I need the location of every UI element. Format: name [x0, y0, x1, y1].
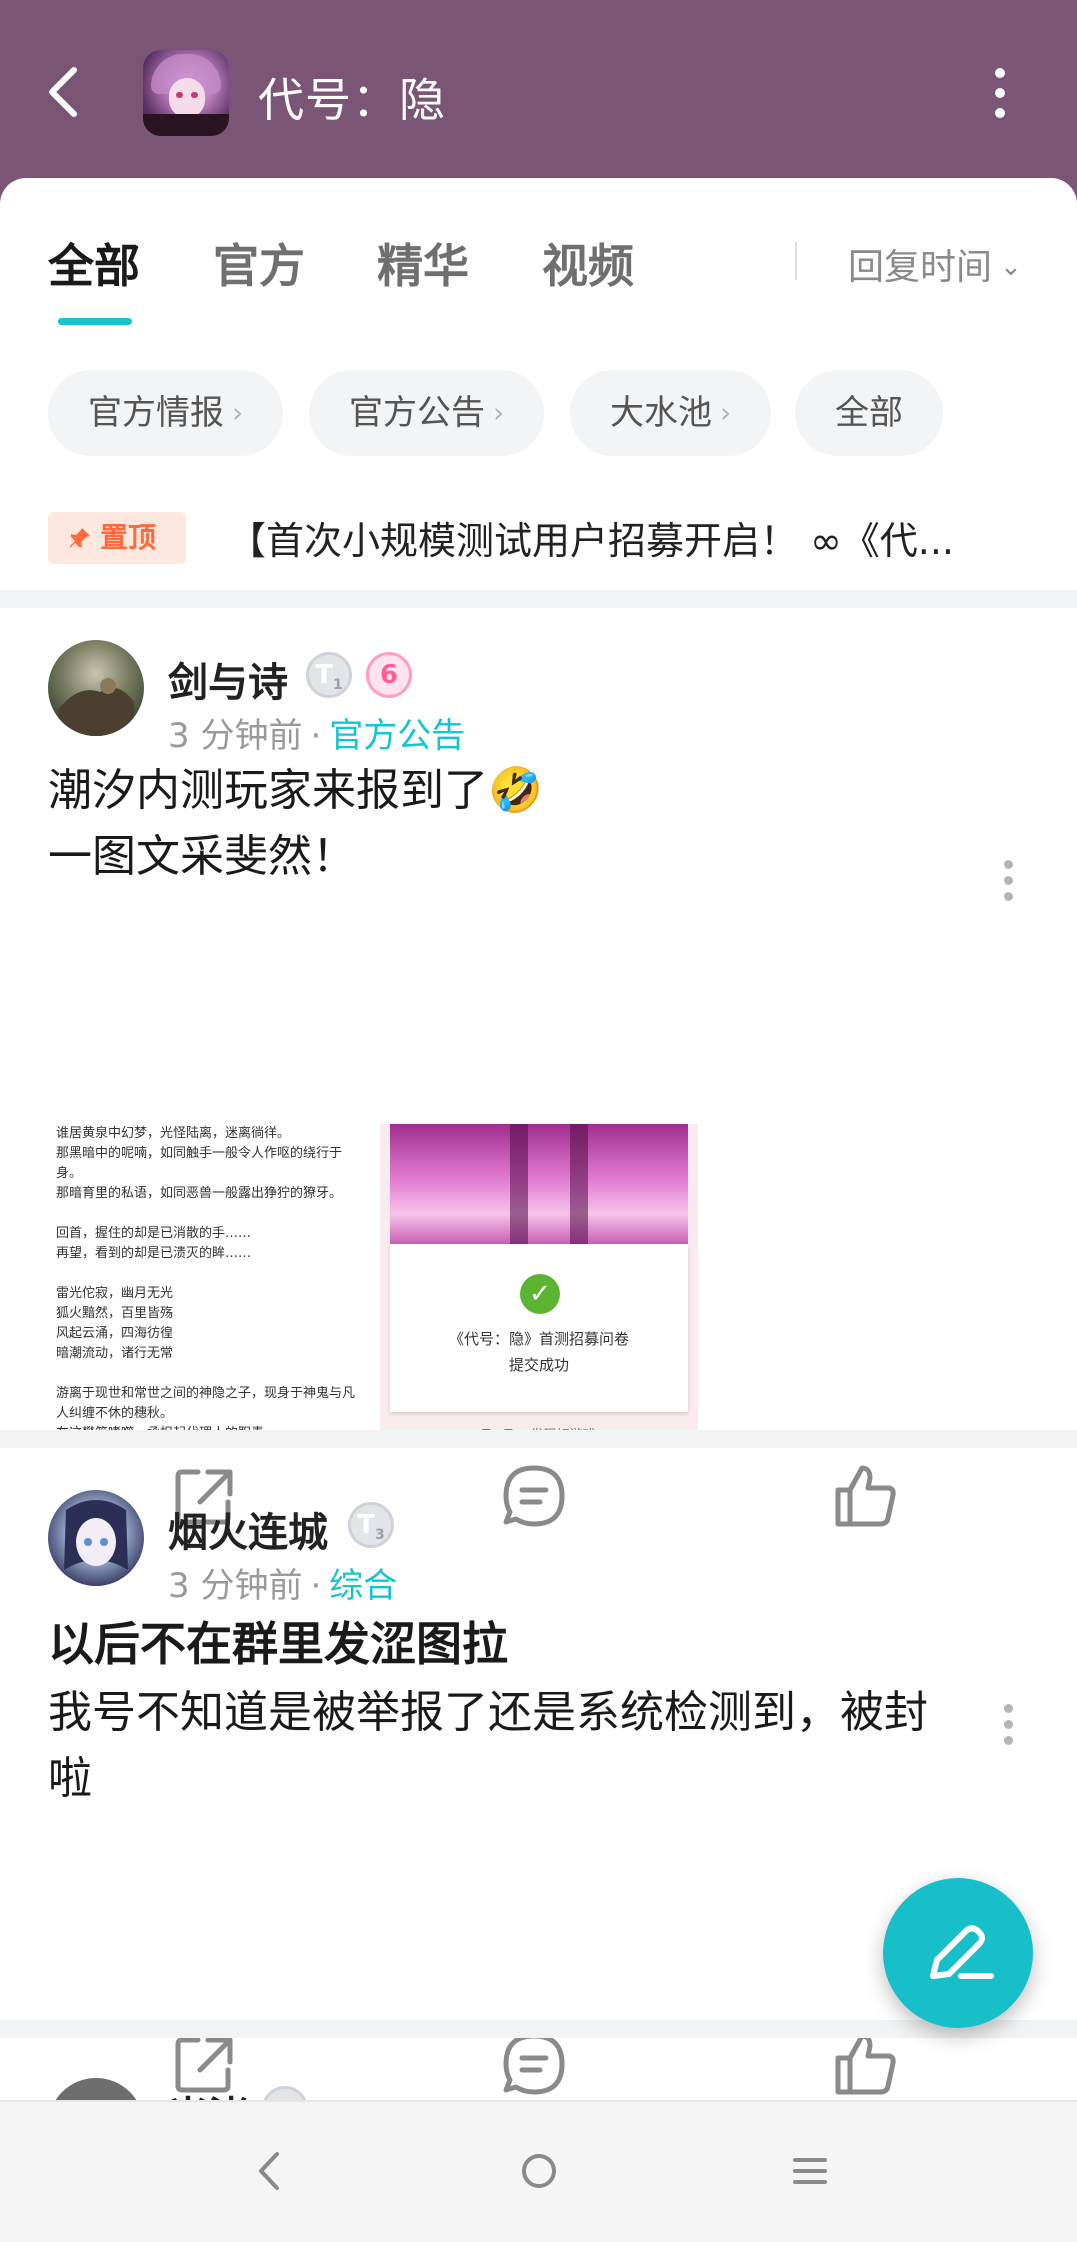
username[interactable]: 米渚	[168, 2084, 248, 2100]
back-arrow-icon[interactable]	[40, 62, 90, 122]
top-app-bar: 代号：隐	[0, 0, 1077, 190]
thumbnail-text-line: 人纠缠不休的穗秋。	[56, 1406, 174, 1421]
chevron-right-icon: ›	[493, 396, 505, 429]
meta-dot: ·	[310, 716, 322, 756]
post-image-text[interactable]: 谁居黄泉中幻梦，光怪陆离，迷离徜徉。那黑暗中的呢喃，如同触手一般令人作呕的绕行于…	[48, 1124, 366, 1442]
level-badge: T1	[306, 652, 352, 698]
avatar[interactable]	[48, 1490, 144, 1586]
post-title: 以后不在群里发涩图拉	[48, 1617, 508, 1671]
compose-pen-icon	[930, 1925, 994, 1979]
tab-bar: 全部 官方 精华 视频 回复时间 ⌄	[0, 178, 1077, 328]
thumbnail-text-line: 那暗育里的私语，如同恶兽一般露出狰狞的獠牙。	[56, 1186, 343, 1201]
post-meta: 3 分钟前 · 综合	[168, 1558, 397, 1607]
nav-home-icon[interactable]	[514, 2146, 564, 2196]
comment-icon[interactable]	[498, 1460, 570, 1532]
post-body: 我号不知道是被举报了还是系统检测到，被封 啦	[48, 1680, 1028, 1812]
tab-all[interactable]: 全部	[48, 230, 140, 296]
post-body: 潮汐内测玩家来报到了🤣 一图文采斐然！	[48, 758, 1028, 890]
post-actions	[0, 2028, 1077, 2100]
chevron-right-icon: ›	[232, 396, 244, 429]
chip-label: 全部	[835, 393, 903, 433]
thumbnail-text-line	[56, 1364, 358, 1384]
page-title: 代号：隐	[258, 73, 446, 127]
section-divider	[0, 590, 1077, 608]
nav-back-icon[interactable]	[245, 2146, 295, 2196]
badge-letter: T	[315, 660, 333, 690]
section-divider	[0, 1430, 1077, 1448]
chip-official-news[interactable]: 官方情报 ›	[48, 370, 284, 456]
survey-title: 《代号：隐》首测招募问卷	[448, 1330, 629, 1348]
post-time: 3 分钟前	[168, 716, 303, 756]
badge-number: 1	[333, 677, 343, 694]
chevron-right-icon: ›	[720, 396, 732, 429]
category-chips: 官方情报 › 官方公告 › 大水池 › 全部	[0, 370, 1077, 460]
post-time: 3 分钟前	[168, 1566, 303, 1606]
level-badge: T3	[348, 1502, 394, 1548]
thumbnail-text-line: 游离于现世和常世之间的神隐之子，现身于神鬼与凡	[56, 1386, 356, 1401]
thumbnail-text-line: 风起云涌，四海彷徨	[56, 1326, 174, 1341]
tab-video[interactable]: 视频	[542, 230, 634, 296]
honor-badge: 6	[366, 652, 412, 698]
survey-status: 提交成功	[508, 1356, 569, 1374]
thumbnail-text-line: 狐火黯然，百里皆殇	[56, 1306, 174, 1321]
chip-label: 大水池	[610, 393, 712, 433]
thumbs-up-icon[interactable]	[830, 2028, 902, 2100]
chip-all[interactable]: 全部	[795, 370, 943, 456]
comment-icon[interactable]	[498, 2028, 570, 2100]
checkmark-icon: ✓	[520, 1274, 560, 1314]
tab-featured[interactable]: 精华	[377, 230, 469, 296]
post-line: 啦	[48, 1753, 92, 1804]
thumbnail-text-line: 再望，看到的却是已溃灭的眸……	[56, 1246, 252, 1261]
thumbnail-text-line: 谁居黄泉中幻梦，光怪陆离，迷离徜徉。	[56, 1126, 291, 1141]
thumbs-up-icon[interactable]	[830, 1460, 902, 1532]
divider	[795, 242, 797, 280]
chip-official-notice[interactable]: 官方公告 ›	[309, 370, 545, 456]
post-image-survey[interactable]: ✓ 《代号：隐》首测招募问卷 提交成功 TapTap 发现好游戏	[380, 1124, 698, 1442]
post-category[interactable]: 综合	[329, 1566, 397, 1606]
thumbnail-text-line: 身。	[56, 1166, 83, 1181]
pinned-badge-label: 置顶	[100, 521, 157, 554]
post-line: 潮汐内测玩家来报到了🤣	[48, 765, 543, 816]
chip-label: 官方情报	[88, 393, 224, 433]
sort-dropdown[interactable]: 回复时间 ⌄	[848, 238, 1022, 290]
avatar[interactable]	[48, 640, 144, 736]
chevron-down-icon: ⌄	[1000, 252, 1022, 282]
pinned-title: 【首次小规模测试用户招募开启！ ∞《代...	[228, 519, 954, 563]
thumbnail-text-line: 雷光佗寂，幽月无光	[56, 1286, 174, 1301]
active-tab-indicator	[58, 318, 132, 325]
post-category[interactable]: 官方公告	[329, 716, 465, 756]
thumbnail-text-line: 回首，握住的却是已消散的手……	[56, 1226, 252, 1241]
username[interactable]: 烟火连城	[168, 1500, 328, 1558]
compose-button[interactable]	[883, 1878, 1033, 2028]
thumbnail-text-line	[56, 1204, 358, 1224]
badge-number: 3	[375, 1527, 385, 1544]
system-nav-bar	[0, 2100, 1077, 2242]
sort-label: 回复时间	[848, 247, 993, 288]
post-line: 我号不知道是被举报了还是系统检测到，被封	[48, 1687, 928, 1738]
forum-content: 全部 官方 精华 视频 回复时间 ⌄ 官方情报 › 官方公告 › 大水池 › 全部 置顶…	[0, 178, 1077, 2100]
username[interactable]: 剑与诗	[168, 650, 288, 708]
meta-dot: ·	[310, 1566, 322, 1606]
chip-label: 官方公告	[349, 393, 485, 433]
survey-banner-image	[390, 1124, 688, 1244]
badge-letter: T	[357, 1510, 375, 1540]
pin-icon	[70, 528, 90, 548]
post-line: 一图文采斐然！	[48, 831, 356, 882]
thumbnail-text-line: 暗潮流动，诸行无常	[56, 1346, 174, 1361]
nav-menu-icon[interactable]	[785, 2146, 835, 2196]
more-vertical-icon[interactable]	[985, 68, 1015, 118]
pinned-badge: 置顶	[48, 512, 186, 564]
post-actions	[0, 1460, 1077, 1550]
survey-card: ✓ 《代号：隐》首测招募问卷 提交成功	[390, 1244, 688, 1412]
thumbnail-text-line	[56, 1264, 358, 1284]
pinned-post[interactable]: 置顶 【首次小规模测试用户招募开启！ ∞《代...	[0, 498, 1077, 578]
section-divider	[0, 2020, 1077, 2038]
tab-official[interactable]: 官方	[213, 230, 305, 296]
post-meta: 3 分钟前 · 官方公告	[168, 708, 465, 757]
game-app-icon[interactable]	[143, 50, 229, 136]
chip-water-pool[interactable]: 大水池 ›	[570, 370, 772, 456]
thumbnail-text-line: 那黑暗中的呢喃，如同触手一般令人作呕的绕行于	[56, 1146, 343, 1161]
